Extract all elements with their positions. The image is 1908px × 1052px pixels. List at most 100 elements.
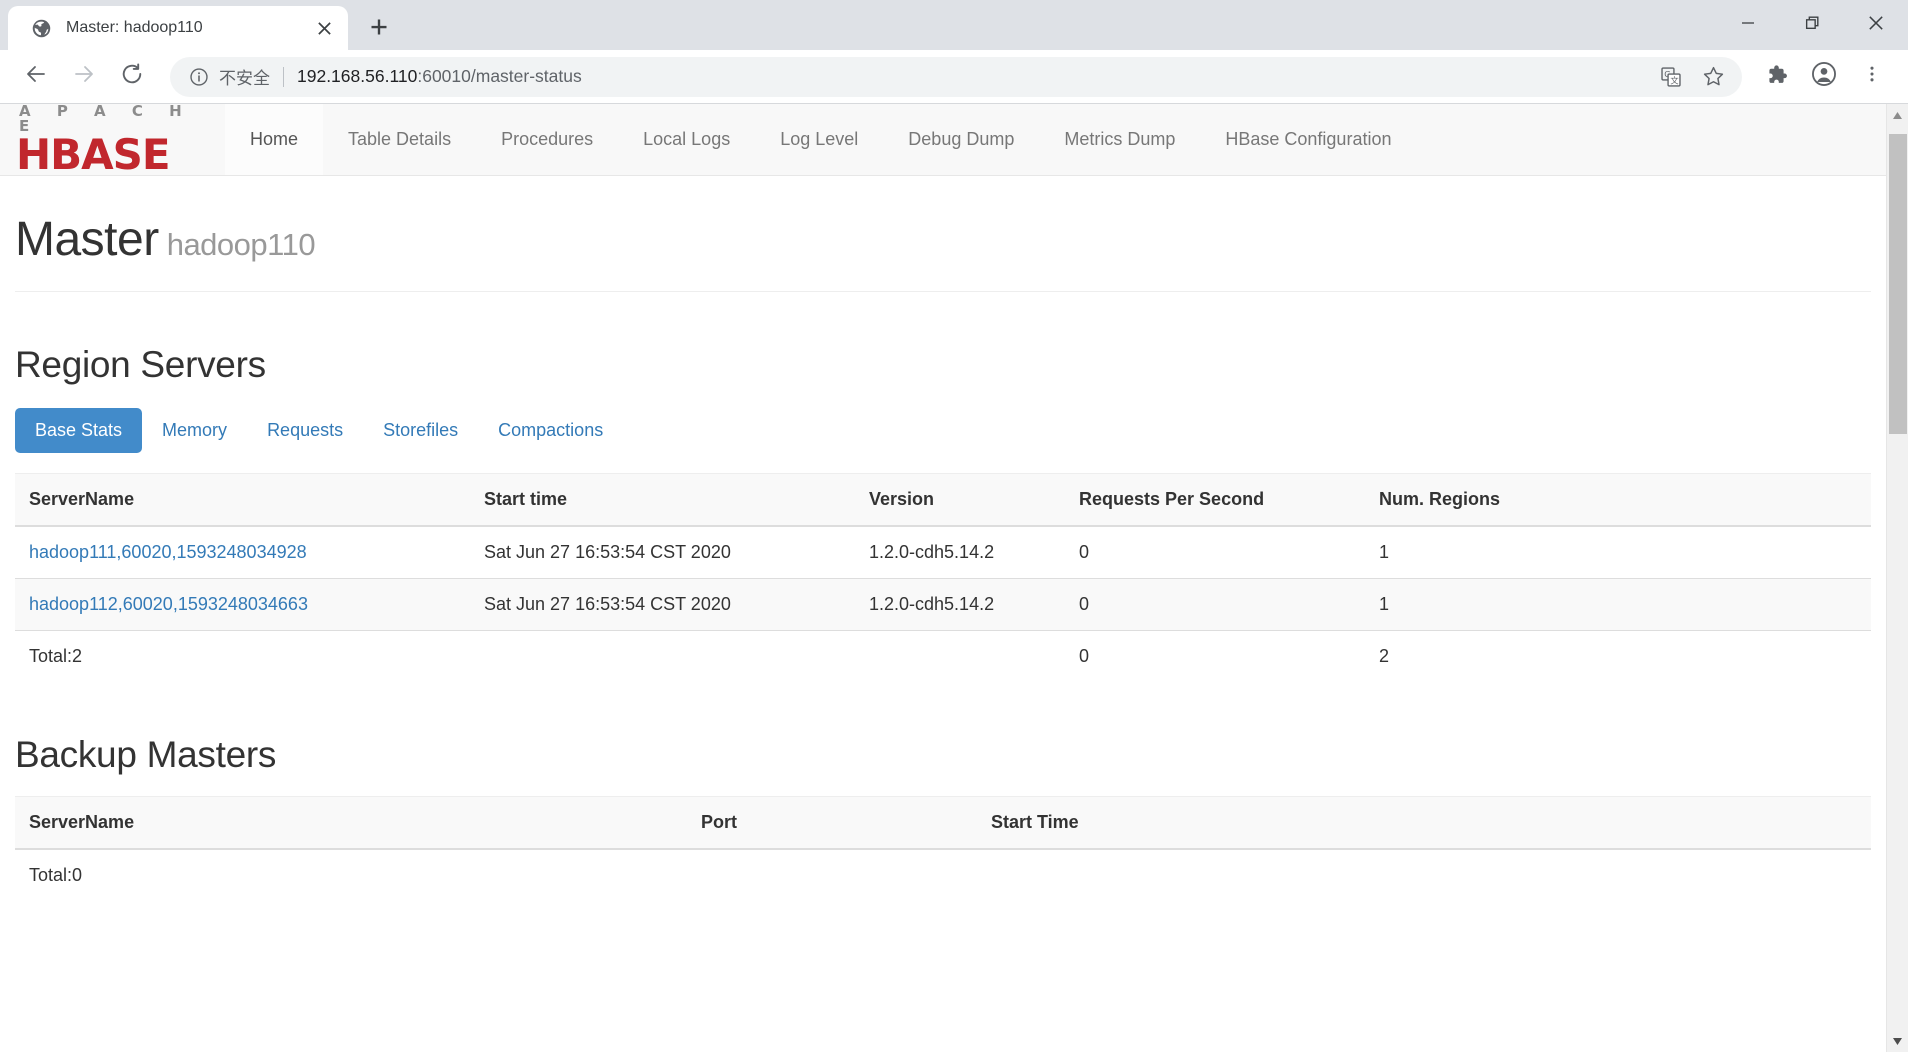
cell-num-regions: 1 [1365,525,1871,579]
hbase-master-status-page: A P A C H E HBASE Home Table Details Pro… [0,104,1886,1052]
page-title-text: Master [15,213,159,266]
cell-num-regions: 1 [1365,577,1871,631]
region-servers-heading: Region Servers [15,343,266,385]
cell-requests-per-second: 0 [1065,525,1365,579]
tab-base-stats[interactable]: Base Stats [15,407,143,453]
nav-item-procedures[interactable]: Procedures [476,104,618,175]
col-server-name: ServerName [15,472,470,527]
nav-item-hbase-configuration[interactable]: HBase Configuration [1200,104,1416,175]
window-controls [1716,0,1908,50]
col-backup-server-name: ServerName [15,795,687,850]
cell-server-name: hadoop111,60020,1593248034928 [15,525,470,579]
browser-menu-button[interactable] [1848,53,1896,101]
forward-button[interactable] [60,53,108,101]
col-start-time: Start time [470,472,855,527]
cell-total-num-regions: 2 [1365,629,1871,682]
region-server-link[interactable]: hadoop112,60020,1593248034663 [29,594,308,614]
tab-compactions[interactable]: Compactions [478,408,623,453]
page-header: Master hadoop110 [15,176,1871,267]
col-num-regions: Num. Regions [1365,472,1871,527]
restore-window-button[interactable] [1780,0,1844,50]
browser-toolbar: 不安全 192.168.56.110:60010/master-status G… [0,50,1908,104]
scroll-down-arrow-icon[interactable] [1887,1030,1908,1052]
url-text: 192.168.56.110:60010/master-status [297,66,582,87]
tab-memory[interactable]: Memory [142,408,247,453]
table-row: hadoop112,60020,1593248034663 Sat Jun 27… [15,577,1871,631]
cell-backup-total-port [687,848,977,901]
header-divider [15,290,1871,292]
browser-tab[interactable]: Master: hadoop110 [8,6,348,50]
table-total-row: Total:0 [15,848,1871,901]
account-circle-icon [1811,61,1837,92]
back-button[interactable] [12,53,60,101]
minimize-icon [1740,15,1756,36]
page-title-subtitle: hadoop110 [166,227,316,262]
scrollbar-thumb[interactable] [1888,134,1907,434]
star-icon[interactable] [1694,58,1732,96]
cell-server-name: hadoop112,60020,1593248034663 [15,577,470,631]
nav-item-local-logs[interactable]: Local Logs [618,104,755,175]
close-window-button[interactable] [1844,0,1908,50]
extensions-button[interactable] [1752,53,1800,101]
nav-item-metrics-dump[interactable]: Metrics Dump [1039,104,1200,175]
table-header-row: ServerName Start time Version Requests P… [15,472,1871,527]
page-title: Master hadoop110 [15,213,1871,267]
cell-start-time: Sat Jun 27 16:53:54 CST 2020 [470,577,855,631]
backup-masters-table-head: ServerName Port Start Time [15,795,1871,850]
close-icon[interactable] [310,14,338,42]
nav-item-log-level[interactable]: Log Level [755,104,883,175]
close-icon [1867,14,1885,37]
col-requests-per-second: Requests Per Second [1065,472,1365,527]
url-host: 192.168.56.110 [297,66,418,86]
cell-backup-total-start-time [977,848,1871,901]
tab-requests[interactable]: Requests [247,408,363,453]
cell-version: 1.2.0-cdh5.14.2 [855,525,1065,579]
cell-start-time: Sat Jun 27 16:53:54 CST 2020 [470,525,855,579]
security-status-label: 不安全 [219,69,270,89]
cell-backup-total-label: Total:0 [15,848,687,901]
region-servers-table-head: ServerName Start time Version Requests P… [15,472,1871,527]
info-circle-icon[interactable] [188,66,210,88]
nav-item-home[interactable]: Home [225,104,324,175]
backup-masters-table: ServerName Port Start Time Total:0 [15,795,1871,901]
profile-button[interactable] [1800,53,1848,101]
tab-storefiles[interactable]: Storefiles [363,408,478,453]
reload-button[interactable] [108,53,156,101]
col-backup-port: Port [687,795,977,850]
page-viewport: A P A C H E HBASE Home Table Details Pro… [0,104,1908,1052]
nav-item-table-details[interactable]: Table Details [323,104,476,175]
col-version: Version [855,472,1065,527]
browser-tab-title: Master: hadoop110 [66,19,203,36]
url-path: :60010/master-status [417,66,582,86]
omnibox-divider [283,66,284,87]
three-dot-menu-icon [1862,64,1882,89]
backup-masters-table-body: Total:0 [15,848,1871,901]
forward-arrow-icon [72,62,96,91]
nav-item-debug-dump[interactable]: Debug Dump [883,104,1039,175]
address-bar[interactable]: 不安全 192.168.56.110:60010/master-status G… [170,56,1742,97]
omnibox-actions: G 文 [1652,58,1732,96]
region-servers-tabs: Base Stats Memory Requests Storefiles Co… [15,407,1871,453]
cell-total-label: Total:2 [15,629,470,682]
cell-requests-per-second: 0 [1065,577,1365,631]
table-row: hadoop111,60020,1593248034928 Sat Jun 27… [15,525,1871,579]
translate-icon[interactable]: G 文 [1652,58,1690,96]
region-servers-table: ServerName Start time Version Requests P… [15,472,1871,682]
table-header-row: ServerName Port Start Time [15,795,1871,850]
minimize-window-button[interactable] [1716,0,1780,50]
cell-version: 1.2.0-cdh5.14.2 [855,577,1065,631]
page-scrollbar[interactable] [1886,104,1908,1052]
browser-tabstrip: Master: hadoop110 [0,0,1908,50]
col-backup-start-time: Start Time [977,795,1871,850]
hbase-logo[interactable]: A P A C H E HBASE [0,104,225,175]
page-container: Master hadoop110 Region Servers Base Stat… [0,176,1886,901]
new-tab-button[interactable] [360,9,398,47]
back-arrow-icon [24,62,48,91]
region-servers-table-body: hadoop111,60020,1593248034928 Sat Jun 27… [15,525,1871,682]
scrollbar-track[interactable] [1887,126,1908,1030]
cell-total-start-time [470,629,855,682]
globe-icon [30,17,52,39]
region-server-link[interactable]: hadoop111,60020,1593248034928 [29,542,307,562]
scroll-up-arrow-icon[interactable] [1887,104,1908,126]
reload-icon [120,62,144,91]
